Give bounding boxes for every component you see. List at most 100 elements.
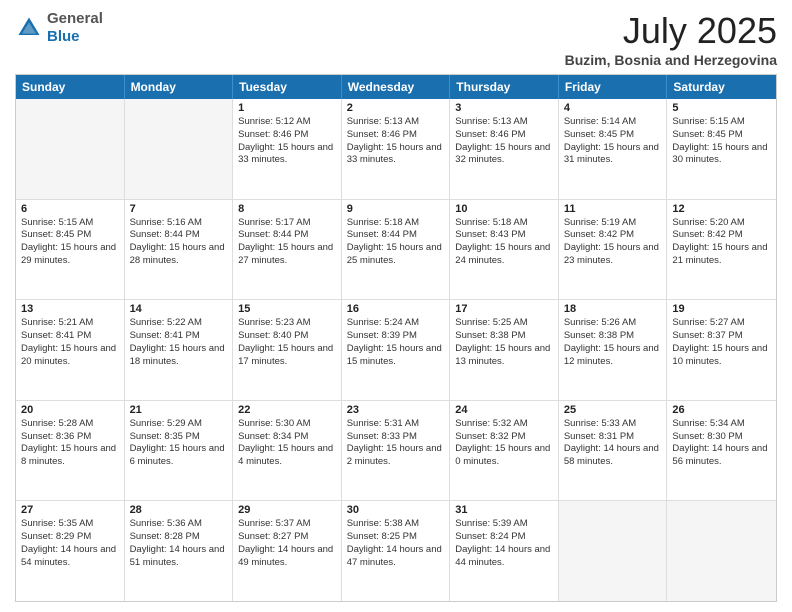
weekday-tuesday: Tuesday xyxy=(233,75,342,99)
sunrise: Sunrise: 5:17 AM xyxy=(238,217,336,230)
cal-cell-2-2: 15 Sunrise: 5:23 AM Sunset: 8:40 PM Dayl… xyxy=(233,300,342,400)
day-number: 14 xyxy=(130,303,228,315)
daylight: Daylight: 14 hours and 54 minutes. xyxy=(21,544,119,570)
sunset: Sunset: 8:40 PM xyxy=(238,330,336,343)
cal-cell-3-3: 23 Sunrise: 5:31 AM Sunset: 8:33 PM Dayl… xyxy=(342,401,451,501)
cal-cell-2-3: 16 Sunrise: 5:24 AM Sunset: 8:39 PM Dayl… xyxy=(342,300,451,400)
daylight: Daylight: 15 hours and 15 minutes. xyxy=(347,343,445,369)
sunrise: Sunrise: 5:23 AM xyxy=(238,317,336,330)
cal-cell-3-1: 21 Sunrise: 5:29 AM Sunset: 8:35 PM Dayl… xyxy=(125,401,234,501)
sunrise: Sunrise: 5:16 AM xyxy=(130,217,228,230)
day-number: 3 xyxy=(455,102,553,114)
cal-cell-0-5: 4 Sunrise: 5:14 AM Sunset: 8:45 PM Dayli… xyxy=(559,99,668,199)
daylight: Daylight: 15 hours and 4 minutes. xyxy=(238,443,336,469)
sunset: Sunset: 8:45 PM xyxy=(21,229,119,242)
day-number: 19 xyxy=(672,303,771,315)
sunrise: Sunrise: 5:34 AM xyxy=(672,418,771,431)
daylight: Daylight: 15 hours and 23 minutes. xyxy=(564,242,662,268)
sunrise: Sunrise: 5:37 AM xyxy=(238,518,336,531)
month-title: July 2025 xyxy=(565,10,777,52)
daylight: Daylight: 15 hours and 31 minutes. xyxy=(564,142,662,168)
sunrise: Sunrise: 5:26 AM xyxy=(564,317,662,330)
sunset: Sunset: 8:41 PM xyxy=(21,330,119,343)
calendar-body: 1 Sunrise: 5:12 AM Sunset: 8:46 PM Dayli… xyxy=(16,99,776,601)
daylight: Daylight: 15 hours and 33 minutes. xyxy=(347,142,445,168)
sunrise: Sunrise: 5:31 AM xyxy=(347,418,445,431)
day-number: 5 xyxy=(672,102,771,114)
daylight: Daylight: 14 hours and 47 minutes. xyxy=(347,544,445,570)
sunrise: Sunrise: 5:36 AM xyxy=(130,518,228,531)
sunset: Sunset: 8:41 PM xyxy=(130,330,228,343)
sunset: Sunset: 8:43 PM xyxy=(455,229,553,242)
sunset: Sunset: 8:42 PM xyxy=(672,229,771,242)
weekday-wednesday: Wednesday xyxy=(342,75,451,99)
cal-cell-3-6: 26 Sunrise: 5:34 AM Sunset: 8:30 PM Dayl… xyxy=(667,401,776,501)
day-number: 31 xyxy=(455,504,553,516)
sunset: Sunset: 8:27 PM xyxy=(238,531,336,544)
sunset: Sunset: 8:32 PM xyxy=(455,431,553,444)
sunset: Sunset: 8:25 PM xyxy=(347,531,445,544)
daylight: Daylight: 15 hours and 28 minutes. xyxy=(130,242,228,268)
sunset: Sunset: 8:24 PM xyxy=(455,531,553,544)
sunset: Sunset: 8:46 PM xyxy=(455,129,553,142)
day-number: 30 xyxy=(347,504,445,516)
cal-cell-1-0: 6 Sunrise: 5:15 AM Sunset: 8:45 PM Dayli… xyxy=(16,200,125,300)
day-number: 29 xyxy=(238,504,336,516)
sunset: Sunset: 8:44 PM xyxy=(347,229,445,242)
cal-cell-3-4: 24 Sunrise: 5:32 AM Sunset: 8:32 PM Dayl… xyxy=(450,401,559,501)
calendar-row-4: 27 Sunrise: 5:35 AM Sunset: 8:29 PM Dayl… xyxy=(16,500,776,601)
daylight: Daylight: 15 hours and 8 minutes. xyxy=(21,443,119,469)
cal-cell-4-5 xyxy=(559,501,668,601)
daylight: Daylight: 14 hours and 58 minutes. xyxy=(564,443,662,469)
sunrise: Sunrise: 5:27 AM xyxy=(672,317,771,330)
weekday-friday: Friday xyxy=(559,75,668,99)
daylight: Daylight: 14 hours and 51 minutes. xyxy=(130,544,228,570)
day-number: 22 xyxy=(238,404,336,416)
day-number: 20 xyxy=(21,404,119,416)
sunset: Sunset: 8:42 PM xyxy=(564,229,662,242)
day-number: 12 xyxy=(672,203,771,215)
sunset: Sunset: 8:30 PM xyxy=(672,431,771,444)
day-number: 18 xyxy=(564,303,662,315)
weekday-monday: Monday xyxy=(125,75,234,99)
sunrise: Sunrise: 5:30 AM xyxy=(238,418,336,431)
page: General Blue July 2025 Buzim, Bosnia and… xyxy=(0,0,792,612)
sunrise: Sunrise: 5:13 AM xyxy=(455,116,553,129)
calendar-row-3: 20 Sunrise: 5:28 AM Sunset: 8:36 PM Dayl… xyxy=(16,400,776,501)
weekday-saturday: Saturday xyxy=(667,75,776,99)
daylight: Daylight: 15 hours and 20 minutes. xyxy=(21,343,119,369)
sunset: Sunset: 8:37 PM xyxy=(672,330,771,343)
sunrise: Sunrise: 5:12 AM xyxy=(238,116,336,129)
day-number: 11 xyxy=(564,203,662,215)
header: General Blue July 2025 Buzim, Bosnia and… xyxy=(15,10,777,68)
sunset: Sunset: 8:33 PM xyxy=(347,431,445,444)
cal-cell-0-0 xyxy=(16,99,125,199)
calendar-row-1: 6 Sunrise: 5:15 AM Sunset: 8:45 PM Dayli… xyxy=(16,199,776,300)
sunrise: Sunrise: 5:18 AM xyxy=(455,217,553,230)
daylight: Daylight: 15 hours and 32 minutes. xyxy=(455,142,553,168)
cal-cell-1-2: 8 Sunrise: 5:17 AM Sunset: 8:44 PM Dayli… xyxy=(233,200,342,300)
sunset: Sunset: 8:44 PM xyxy=(130,229,228,242)
day-number: 26 xyxy=(672,404,771,416)
daylight: Daylight: 15 hours and 17 minutes. xyxy=(238,343,336,369)
sunrise: Sunrise: 5:13 AM xyxy=(347,116,445,129)
day-number: 24 xyxy=(455,404,553,416)
daylight: Daylight: 15 hours and 27 minutes. xyxy=(238,242,336,268)
daylight: Daylight: 15 hours and 25 minutes. xyxy=(347,242,445,268)
sunrise: Sunrise: 5:15 AM xyxy=(21,217,119,230)
sunrise: Sunrise: 5:25 AM xyxy=(455,317,553,330)
cal-cell-3-0: 20 Sunrise: 5:28 AM Sunset: 8:36 PM Dayl… xyxy=(16,401,125,501)
cal-cell-2-6: 19 Sunrise: 5:27 AM Sunset: 8:37 PM Dayl… xyxy=(667,300,776,400)
logo-icon xyxy=(15,14,43,42)
sunrise: Sunrise: 5:38 AM xyxy=(347,518,445,531)
sunset: Sunset: 8:45 PM xyxy=(672,129,771,142)
cal-cell-2-0: 13 Sunrise: 5:21 AM Sunset: 8:41 PM Dayl… xyxy=(16,300,125,400)
cal-cell-0-4: 3 Sunrise: 5:13 AM Sunset: 8:46 PM Dayli… xyxy=(450,99,559,199)
daylight: Daylight: 15 hours and 30 minutes. xyxy=(672,142,771,168)
sunrise: Sunrise: 5:29 AM xyxy=(130,418,228,431)
calendar-row-0: 1 Sunrise: 5:12 AM Sunset: 8:46 PM Dayli… xyxy=(16,99,776,199)
cal-cell-4-1: 28 Sunrise: 5:36 AM Sunset: 8:28 PM Dayl… xyxy=(125,501,234,601)
sunset: Sunset: 8:34 PM xyxy=(238,431,336,444)
calendar-header: Sunday Monday Tuesday Wednesday Thursday… xyxy=(16,75,776,99)
logo: General Blue xyxy=(15,10,103,46)
